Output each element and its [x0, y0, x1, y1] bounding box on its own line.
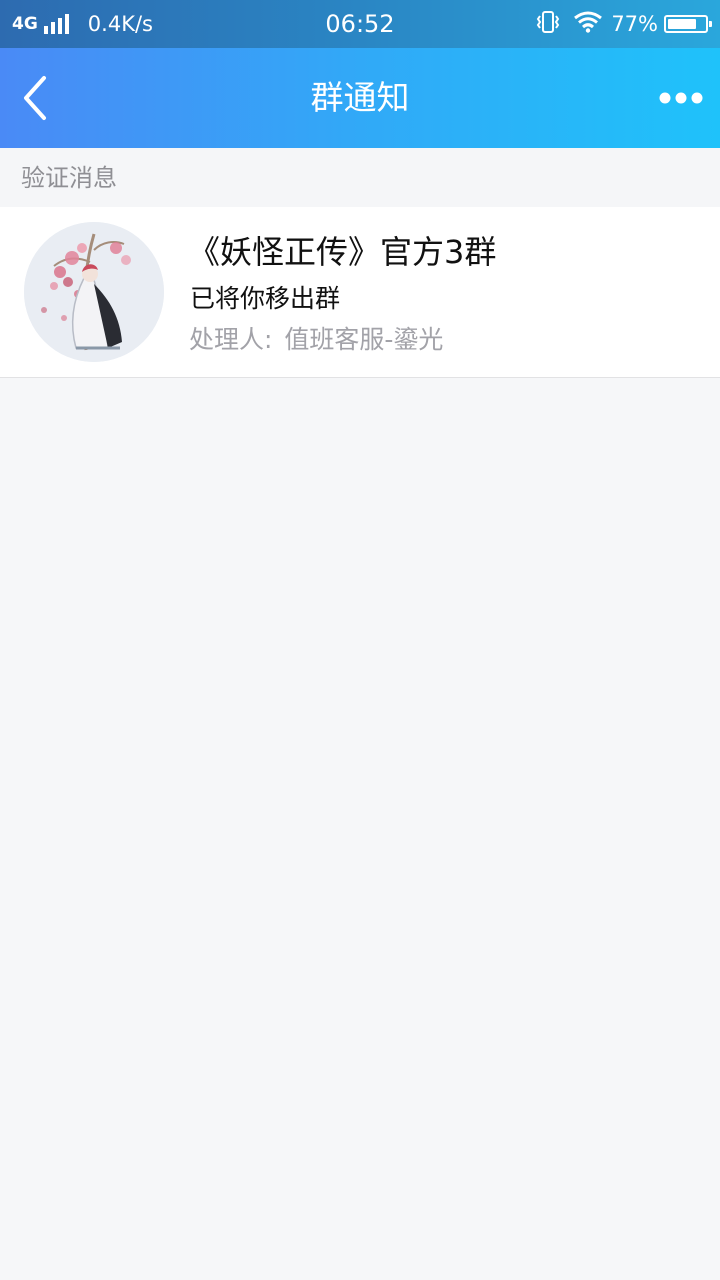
list-item[interactable]: 《妖怪正传》官方3群 已将你移出群 处理人: 值班客服-鎏光	[0, 207, 720, 378]
avatar[interactable]	[24, 222, 164, 362]
notification-message: 已将你移出群	[190, 284, 341, 313]
battery-tip	[709, 21, 712, 27]
battery-fill	[668, 19, 696, 29]
section-header: 验证消息	[0, 148, 720, 207]
battery-percent: 77%	[611, 12, 658, 36]
battery-icon	[664, 15, 712, 33]
handler-label: 处理人:	[189, 325, 273, 354]
handler-name: 值班客服-鎏光	[284, 325, 444, 354]
vibrate-icon	[535, 10, 561, 38]
handler-info: 处理人: 值班客服-鎏光	[189, 320, 443, 356]
chevron-left-icon[interactable]	[10, 73, 60, 123]
page-title: 群通知	[310, 78, 410, 117]
navigation-bar: 群通知	[0, 48, 720, 148]
status-right: 77%	[535, 0, 712, 48]
status-bar: 4G 0.4K/s 06:52 77%	[0, 0, 720, 48]
group-name: 《妖怪正传》官方3群	[188, 233, 497, 271]
wifi-icon	[573, 11, 603, 37]
more-dots-icon[interactable]	[656, 78, 706, 118]
